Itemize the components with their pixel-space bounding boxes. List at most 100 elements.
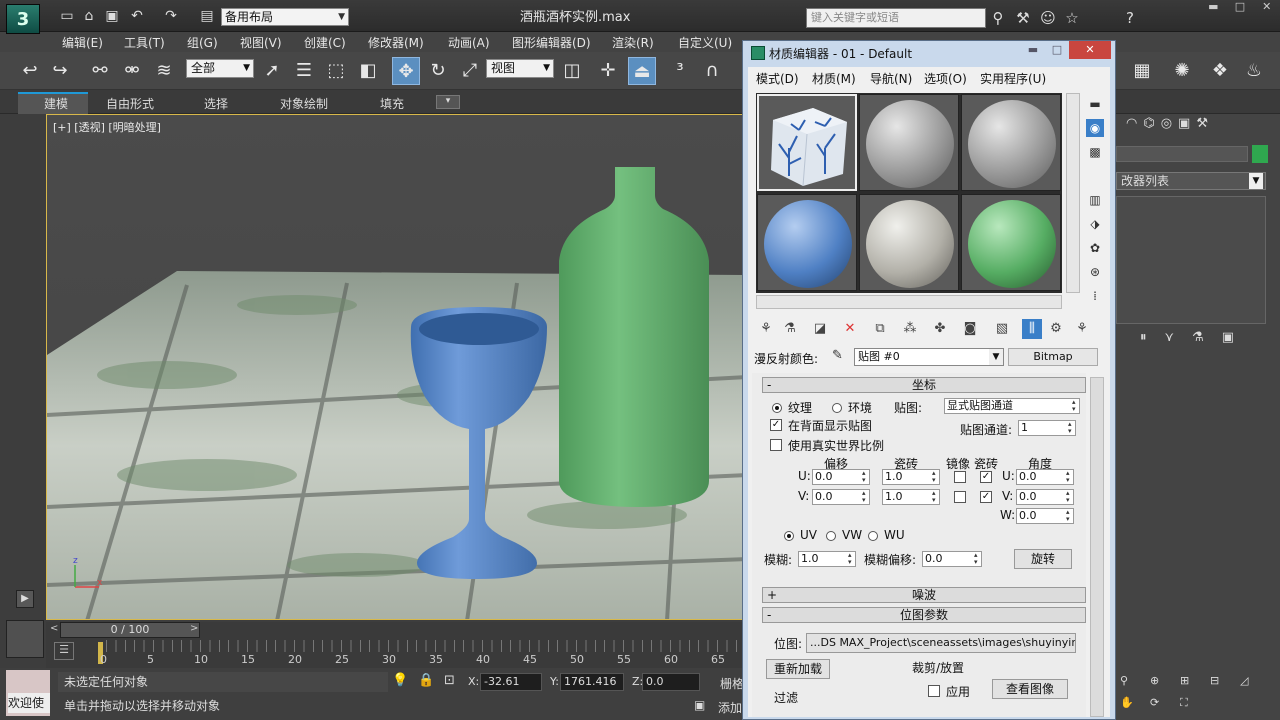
u-offset-spinner[interactable]: 0.0 [812,469,870,485]
minimize-icon[interactable]: ▬ [1200,0,1227,20]
copy-material-icon[interactable]: ⧉ [870,319,890,339]
texture-radio[interactable] [772,403,782,413]
slots-vertical-scrollbar[interactable] [1066,93,1080,293]
show-map-on-back-checkbox[interactable]: ✓ [770,419,782,431]
fov-icon[interactable]: ◿ [1240,674,1248,687]
pin-stack-icon[interactable]: ⏸ [1140,330,1147,350]
open-file-icon[interactable]: ⌂ [80,7,98,25]
put-to-library-icon[interactable]: ✤ [930,319,950,339]
time-tag-icon[interactable]: ▣ [694,698,705,712]
time-slider[interactable]: 0 / 100 [60,622,200,638]
search-input[interactable]: 键入关键字或短语 [806,8,986,28]
blur-spinner[interactable]: 1.0 [798,551,856,567]
material-id-channel-icon[interactable]: ◙ [960,319,980,339]
lock-icon[interactable]: 🔒 [418,673,434,688]
viewport-label[interactable]: [+] [透视] [明暗处理] [53,119,161,135]
add-time-tag[interactable]: 添加 [718,699,742,716]
z-coordinate-field[interactable]: 0.0 [642,673,700,691]
video-color-check-icon[interactable]: ▥ [1086,191,1104,209]
hierarchy-tab-icon[interactable]: ⌬ [1143,116,1154,138]
redo-icon[interactable]: ↷ [162,7,180,25]
track-bar[interactable]: ☰ 0 5 10 15 20 25 30 35 40 45 50 55 60 65 [46,638,746,668]
rectangular-selection-icon[interactable]: ⬚ [322,57,350,85]
y-coordinate-field[interactable]: 1761.416 [560,673,624,691]
bitmap-params-rollout-header[interactable]: - 位图参数 [762,607,1086,623]
menu-modes[interactable]: 模式(D) [756,70,799,87]
v-mirror-checkbox[interactable] [954,491,966,503]
slider-right-arrow-icon[interactable]: > [190,623,198,634]
menu-modifiers[interactable]: 修改器(M) [368,34,424,51]
utility-tab-icon[interactable]: ▣ [1178,116,1190,138]
v-angle-spinner[interactable]: 0.0 [1016,489,1074,505]
make-preview-icon[interactable]: ⬗ [1086,215,1104,233]
select-object-icon[interactable]: ➚ [258,57,286,85]
binoculars-icon[interactable]: ⚲ [988,8,1008,28]
selection-filter-dropdown[interactable]: 全部 ▼ [186,59,254,78]
sample-slot-5[interactable] [859,194,959,291]
go-forward-to-sibling-icon[interactable]: ⚘ [1072,319,1092,339]
bitmap-path-button[interactable]: ...DS MAX_Project\sceneassets\images\shu… [806,633,1076,653]
slots-horizontal-scrollbar[interactable] [756,295,1062,309]
menu-group[interactable]: 组(G) [187,34,218,51]
new-file-icon[interactable]: ▭ [58,7,76,25]
material-map-navigator-icon[interactable]: ⁞ [1086,287,1104,305]
map-name-field[interactable]: 贴图 #0 ▼ [854,348,1004,366]
snaps-toggle-icon[interactable]: ³ [666,57,694,85]
user-icon[interactable]: ☺ [1038,8,1058,28]
hammer-icon[interactable]: ⚒ [1196,116,1208,138]
play-icon[interactable]: ▶ [16,590,34,608]
select-and-move-icon[interactable]: ✥ [392,57,420,85]
close-icon[interactable]: ✕ [1069,41,1111,59]
menu-options[interactable]: 选项(O) [924,70,967,87]
reset-map-icon[interactable]: ✕ [840,319,860,339]
show-shaded-map-icon[interactable]: ▧ [992,319,1012,339]
menu-animation[interactable]: 动画(A) [448,34,490,51]
menu-utilities[interactable]: 实用程序(U) [980,70,1046,87]
options-icon[interactable]: ✿ [1086,239,1104,257]
curve-editor-icon[interactable]: ▦ [1128,57,1156,85]
menu-navigation[interactable]: 导航(N) [870,70,912,87]
map-type-button[interactable]: Bitmap [1008,348,1098,366]
menu-rendering[interactable]: 渲染(R) [612,34,654,51]
noise-rollout-header[interactable]: + 噪波 [762,587,1086,603]
slider-left-arrow-icon[interactable]: < [50,623,58,634]
orbit-icon[interactable]: ⟳ [1150,696,1159,709]
make-unique-icon[interactable]: ⁂ [900,319,920,339]
close-icon[interactable]: ✕ [1253,0,1280,20]
sample-slot-3[interactable] [961,94,1061,191]
window-crossing-icon[interactable]: ◧ [354,57,382,85]
backlight-icon[interactable]: ◉ [1086,119,1104,137]
maximize-icon[interactable]: □ [1227,0,1254,20]
menu-material[interactable]: 材质(M) [812,70,856,87]
minimize-icon[interactable]: ▬ [1021,41,1045,59]
star-icon[interactable]: ☆ [1062,8,1082,28]
mapping-dropdown[interactable]: 显式贴图通道 [944,398,1080,414]
configure-modifier-sets-icon[interactable]: ▣ [1222,330,1234,350]
tab-object-paint[interactable]: 对象绘制 [280,95,328,112]
sample-slot-1[interactable] [757,94,857,191]
unlink-icon[interactable]: ⚮ [118,57,146,85]
rendered-frame-icon[interactable]: ❖ [1206,57,1234,85]
view-image-button[interactable]: 查看图像 [992,679,1068,699]
assign-to-selection-icon[interactable]: ◪ [810,319,830,339]
zoom-all-icon[interactable]: ⊕ [1150,674,1159,687]
app-logo-icon[interactable]: 3 [6,4,40,34]
menu-edit[interactable]: 编辑(E) [62,34,103,51]
go-to-parent-icon[interactable]: ⚙ [1046,319,1066,339]
help-icon[interactable]: ? [1120,8,1140,28]
tab-freeform[interactable]: 自由形式 [106,95,154,112]
undo-icon[interactable]: ↩ [16,57,44,85]
display-tab-icon[interactable]: ◎ [1161,116,1172,138]
make-unique-icon[interactable]: ⚗ [1192,330,1204,350]
absolute-mode-icon[interactable]: ⊡ [444,673,455,688]
params-scrollbar[interactable] [1090,377,1104,717]
background-icon[interactable]: ▩ [1086,143,1104,161]
tab-selection[interactable]: 选择 [204,95,228,112]
select-by-material-icon[interactable]: ⊛ [1086,263,1104,281]
undo-icon[interactable]: ↶ [128,7,146,25]
rotate-button[interactable]: 旋转 [1014,549,1072,569]
show-end-result-icon[interactable]: ⫼ [1022,319,1042,339]
menu-tools[interactable]: 工具(T) [124,34,165,51]
object-name-field[interactable] [1116,146,1248,162]
wu-radio[interactable] [868,531,878,541]
